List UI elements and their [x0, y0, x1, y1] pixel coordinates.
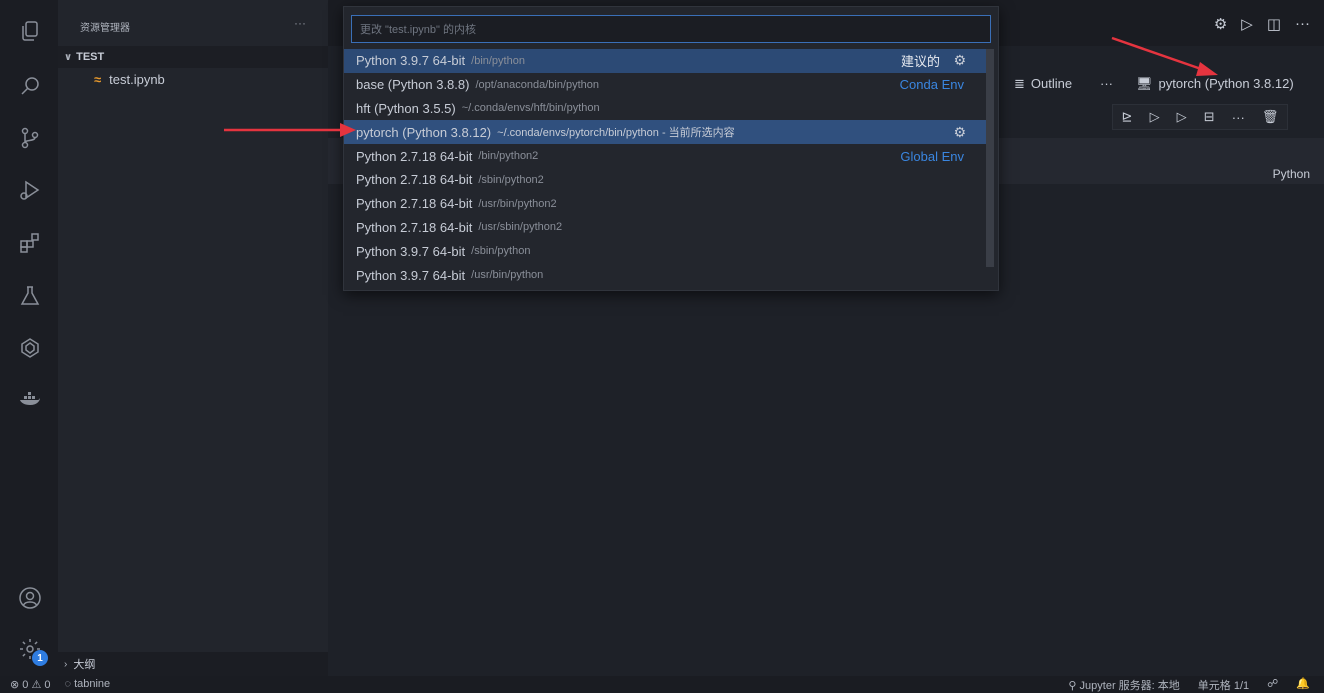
settings-badge: 1	[32, 650, 48, 666]
kernel-item-path: ~/.conda/envs/pytorch/bin/python - 当前所选内…	[497, 127, 735, 140]
server-icon: 🖥	[1136, 76, 1153, 91]
kernel-name: pytorch (Python 3.8.12)	[1158, 76, 1294, 91]
sidebar-title: 资源管理器	[80, 23, 130, 34]
split-cell-icon[interactable]: ⊟	[1204, 109, 1215, 125]
kernel-item-label: Python 2.7.18 64-bit	[356, 196, 473, 212]
tabnine-label: tabnine	[74, 678, 111, 690]
env-tag: Global Env	[900, 148, 964, 164]
cell-toolbar: ⊵ ▷ ▷ ⊟ ··· 🗑	[1112, 104, 1288, 130]
outline-button-label: Outline	[1030, 76, 1073, 91]
kernel-item[interactable]: hft (Python 3.5.5) ~/.conda/envs/hft/bin…	[344, 97, 986, 121]
jupyter-server-label: Jupyter 服务器: 本地	[1079, 679, 1180, 692]
split-editor-icon[interactable]: ◫	[1267, 15, 1281, 33]
kernel-quick-pick: 更改 "test.ipynb" 的内核 Python 3.9.7 64-bit …	[343, 6, 999, 291]
kernel-item[interactable]: Python 2.7.18 64-bit /bin/python2 Global…	[344, 144, 986, 168]
kernel-item-path: /sbin/python	[471, 245, 531, 258]
quick-pick-input[interactable]: 更改 "test.ipynb" 的内核	[351, 15, 991, 43]
kernel-item-label: Python 3.9.7 64-bit	[356, 243, 466, 259]
gear-icon[interactable]: ⚙	[953, 52, 966, 69]
kernel-item-label: Python 2.7.18 64-bit	[356, 219, 473, 235]
file-item-test-ipynb[interactable]: ≈ test.ipynb	[94, 72, 165, 87]
source-control-icon[interactable]	[17, 125, 43, 151]
execute-below-icon[interactable]: ▷	[1177, 109, 1187, 125]
problems-status[interactable]: ⊗ 0 ⚠ 0	[10, 678, 50, 691]
kernel-item-path: /usr/bin/python	[471, 269, 544, 282]
recommended-tag: 建议的	[900, 54, 940, 70]
cell-position-status[interactable]: 单元格 1/1	[1198, 677, 1249, 693]
kernel-item[interactable]: base (Python 3.8.8) /opt/anaconda/bin/py…	[344, 73, 986, 97]
run-debug-icon[interactable]	[17, 177, 43, 203]
kernel-item-path: ~/.conda/envs/hft/bin/python	[461, 102, 600, 115]
kernel-item-label: pytorch (Python 3.8.12)	[356, 124, 492, 140]
jupyter-server-status[interactable]: ⚲ Jupyter 服务器: 本地	[1068, 677, 1179, 693]
execute-above-icon[interactable]: ▷	[1150, 109, 1160, 125]
gear-icon[interactable]: ⚙	[953, 124, 966, 141]
kernel-picker[interactable]: 🖥 pytorch (Python 3.8.12)	[1136, 76, 1294, 92]
docker-icon[interactable]	[17, 387, 43, 413]
chevron-right-icon: ›	[64, 658, 68, 670]
remote-icon[interactable]	[17, 335, 43, 361]
search-icon[interactable]	[17, 73, 43, 99]
kernel-item[interactable]: Python 2.7.18 64-bit /usr/sbin/python2	[344, 216, 986, 240]
outline-button[interactable]: ≣ Outline	[1014, 76, 1072, 92]
quick-pick-list: Python 3.9.7 64-bit /bin/python 建议的 ⚙ ba…	[344, 49, 986, 287]
activity-bar: 1	[0, 0, 58, 676]
files-icon[interactable]	[17, 18, 43, 44]
jupyter-file-icon: ≈	[94, 72, 102, 87]
kernel-item-label: Python 3.9.7 64-bit	[356, 267, 466, 283]
delete-cell-icon[interactable]: 🗑	[1262, 109, 1279, 125]
folder-section-header[interactable]: ∨ TEST	[58, 46, 328, 68]
kernel-item-label: Python 3.9.7 64-bit	[356, 53, 466, 69]
run-by-line-icon[interactable]: ⊵	[1122, 109, 1133, 125]
file-name: test.ipynb	[109, 72, 165, 87]
env-tag: Conda Env	[899, 77, 964, 93]
kernel-item-selected[interactable]: pytorch (Python 3.8.12) ~/.conda/envs/py…	[344, 120, 986, 145]
kernel-item[interactable]: Python 2.7.18 64-bit /sbin/python2	[344, 168, 986, 192]
folder-name: TEST	[76, 51, 105, 63]
kernel-item-label: Python 2.7.18 64-bit	[356, 148, 473, 164]
editor-more-button[interactable]: ···	[1295, 15, 1310, 33]
list-icon: ≣	[1014, 76, 1025, 91]
extensions-icon[interactable]	[17, 230, 43, 256]
quick-pick-scrollbar[interactable]	[986, 49, 994, 267]
status-right: ⚲ Jupyter 服务器: 本地 单元格 1/1 ☍ 🔔	[1068, 677, 1310, 693]
explorer-sidebar: 资源管理器 ··· ∨ TEST ≈ test.ipynb	[58, 0, 328, 652]
kernel-item[interactable]: Python 3.9.7 64-bit /sbin/python	[344, 239, 986, 263]
kernel-item[interactable]: Python 3.9.7 64-bit /bin/python 建议的 ⚙	[344, 49, 986, 73]
testing-icon[interactable]	[17, 283, 43, 309]
tabnine-status[interactable]: ◌ tabnine	[64, 678, 110, 691]
kernel-item-path: /usr/bin/python2	[478, 197, 557, 210]
notebook-more-button[interactable]: ···	[1100, 76, 1113, 91]
cell-language[interactable]: Python	[1273, 167, 1310, 181]
feedback-icon[interactable]: ☍	[1267, 677, 1278, 693]
gear-icon[interactable]: ⚙	[1214, 15, 1227, 33]
outline-section-header[interactable]: › 大纲	[58, 652, 328, 676]
kernel-item-path: /usr/sbin/python2	[478, 221, 563, 234]
status-bar: ⊗ 0 ⚠ 0 ◌ tabnine ⚲ Jupyter 服务器: 本地 单元格 …	[0, 676, 1324, 693]
kernel-item-label: base (Python 3.8.8)	[356, 77, 470, 93]
chevron-down-icon: ∨	[64, 51, 73, 63]
account-icon[interactable]	[17, 585, 43, 611]
run-icon[interactable]: ▷	[1241, 15, 1253, 33]
editor-actions: ⚙ ▷ ◫ ···	[1214, 15, 1310, 33]
kernel-item-label: hft (Python 3.5.5)	[356, 100, 456, 116]
bell-icon[interactable]: 🔔	[1296, 677, 1310, 693]
outline-label: 大纲	[73, 659, 96, 671]
sidebar-more-button[interactable]: ···	[294, 16, 306, 30]
status-left: ⊗ 0 ⚠ 0 ◌ tabnine	[10, 678, 110, 691]
kernel-item-path: /opt/anaconda/bin/python	[475, 78, 600, 91]
kernel-item[interactable]: Python 3.9.7 64-bit /usr/bin/python	[344, 263, 986, 287]
kernel-item-path: /bin/python2	[478, 150, 539, 163]
kernel-item-path: /bin/python	[471, 54, 525, 67]
cell-more-icon[interactable]: ···	[1232, 110, 1245, 125]
kernel-item[interactable]: Python 2.7.18 64-bit /usr/bin/python2	[344, 192, 986, 216]
kernel-item-path: /sbin/python2	[478, 173, 544, 186]
kernel-item-label: Python 2.7.18 64-bit	[356, 172, 473, 188]
